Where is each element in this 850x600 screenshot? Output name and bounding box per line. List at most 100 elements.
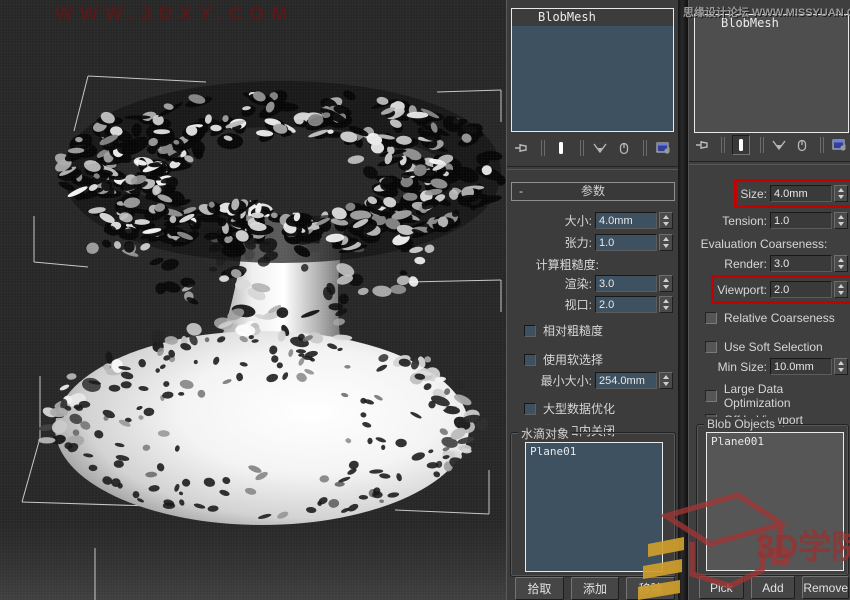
toolbar-separator <box>820 137 821 153</box>
checkbox-label: 使用软选择 <box>543 351 603 368</box>
relative-coarseness-check-en[interactable]: Relative Coarseness <box>689 310 850 325</box>
checkbox[interactable] <box>524 325 536 337</box>
modifier-stack-en[interactable]: BlobMesh <box>694 14 849 133</box>
size-highlight-box: Size: <box>740 185 848 202</box>
min-size-input[interactable] <box>770 358 832 375</box>
coarseness-heading-en: Evaluation Coarseness: <box>689 237 850 251</box>
pin-stack-icon[interactable] <box>695 136 711 154</box>
relative-coarseness-check-cn[interactable]: 相对粗糙度 <box>507 323 679 338</box>
tension-spinner[interactable] <box>659 234 673 251</box>
tension-input[interactable] <box>770 212 832 229</box>
add-button[interactable]: Add <box>751 576 796 599</box>
remove-modifier-icon[interactable] <box>615 139 633 157</box>
size-label: 大小: <box>565 212 592 229</box>
modifier-stack-toolbar-cn <box>513 136 675 160</box>
make-unique-icon[interactable] <box>591 139 609 157</box>
show-end-result-icon[interactable] <box>732 135 750 155</box>
modifier-stack-item-blobmesh[interactable]: BlobMesh <box>695 15 848 32</box>
tension-row-cn: 张力: <box>507 234 679 251</box>
checkbox-label: 相对粗糙度 <box>543 322 603 339</box>
min-size-input[interactable] <box>595 372 657 389</box>
viewport-input[interactable] <box>770 281 832 298</box>
min-size-row-cn: 最小大小: <box>507 372 679 389</box>
3dsmax-window: WWW.3DXY.COM BlobMesh <box>0 0 850 600</box>
min-size-spinner[interactable] <box>834 358 848 375</box>
parameters-en: Size: Tension: Evaluation Coarseness: Re… <box>689 176 850 427</box>
toolbar-separator <box>760 137 761 153</box>
panel-divider <box>507 166 679 170</box>
viewport-row-en: Viewport: <box>689 281 850 298</box>
size-row-en: Size: <box>689 185 850 202</box>
render-spinner[interactable] <box>659 275 673 292</box>
tension-spinner[interactable] <box>834 212 848 229</box>
render-input[interactable] <box>770 255 832 272</box>
size-input[interactable] <box>595 212 657 229</box>
panel-seam <box>678 0 688 600</box>
viewport-input[interactable] <box>595 296 657 313</box>
tension-label: Tension: <box>722 214 767 228</box>
checkbox[interactable] <box>705 312 717 324</box>
render-row-cn: 渲染: <box>507 275 679 292</box>
show-end-result-icon[interactable] <box>552 139 570 157</box>
toolbar-separator <box>541 140 542 156</box>
group-title: 水滴对象 <box>518 425 572 442</box>
checkbox[interactable] <box>524 354 536 366</box>
render-spinner[interactable] <box>834 255 848 272</box>
parameters-cn: 大小: 张力: 计算粗糙度: 渲染: 视口: 相对 <box>507 204 679 438</box>
modifier-stack-item-blobmesh[interactable]: BlobMesh <box>512 9 673 26</box>
make-unique-icon[interactable] <box>771 136 787 154</box>
use-soft-selection-check-en[interactable]: Use Soft Selection <box>689 339 850 354</box>
tension-label: 张力: <box>565 234 592 251</box>
pin-stack-icon[interactable] <box>513 139 531 157</box>
use-soft-selection-check-cn[interactable]: 使用软选择 <box>507 352 679 367</box>
checkbox[interactable] <box>705 341 717 353</box>
add-button[interactable]: 添加 <box>571 577 620 600</box>
min-size-label: 最小大小: <box>541 372 592 389</box>
min-size-row-en: Min Size: <box>689 358 850 375</box>
checkbox[interactable] <box>705 390 717 402</box>
size-input[interactable] <box>770 185 832 202</box>
remove-button[interactable]: Remove <box>802 576 849 599</box>
large-data-check-cn[interactable]: 大型数据优化 <box>507 401 679 416</box>
configure-modifier-sets-icon[interactable] <box>831 136 847 154</box>
blob-objects-list-en[interactable]: Plane001 <box>706 432 844 571</box>
size-spinner[interactable] <box>834 185 848 202</box>
toolbar-separator <box>580 140 581 156</box>
pick-button[interactable]: Pick <box>699 576 744 599</box>
render-input[interactable] <box>595 275 657 292</box>
list-item[interactable]: Plane01 <box>530 445 658 458</box>
blob-buttons-en: Pick Add Remove <box>699 576 849 599</box>
modifier-stack-cn[interactable]: BlobMesh <box>511 8 674 132</box>
rollout-collapse-glyph: - <box>519 183 523 200</box>
toolbar-separator <box>721 137 722 153</box>
viewport-label: Viewport: <box>717 283 767 297</box>
command-panel-cn: BlobMesh - 参数 <box>506 0 679 600</box>
min-size-spinner[interactable] <box>659 372 673 389</box>
list-item[interactable]: Plane001 <box>711 435 839 448</box>
viewport-label: 视口: <box>565 296 592 313</box>
tension-row-en: Tension: <box>689 212 850 229</box>
large-data-check-en[interactable]: Large Data Optimization <box>689 388 850 403</box>
perspective-viewport[interactable]: WWW.3DXY.COM <box>0 0 506 600</box>
blob-buttons-cn: 拾取 添加 移除 <box>515 577 675 600</box>
size-row-cn: 大小: <box>507 212 679 229</box>
blob-objects-group-cn: 水滴对象 Plane01 <box>510 432 676 577</box>
checkbox-label: Use Soft Selection <box>724 340 823 354</box>
tension-input[interactable] <box>595 234 657 251</box>
rollout-title: 参数 <box>581 184 605 198</box>
min-size-label: Min Size: <box>718 360 767 374</box>
remove-modifier-icon[interactable] <box>794 136 810 154</box>
blob-objects-list-cn[interactable]: Plane01 <box>525 442 663 572</box>
viewport-spinner[interactable] <box>834 281 848 298</box>
render-label: 渲染: <box>565 275 592 292</box>
viewport-spinner[interactable] <box>659 296 673 313</box>
command-panel-en: BlobMesh Si <box>688 0 850 600</box>
size-spinner[interactable] <box>659 212 673 229</box>
checkbox[interactable] <box>524 403 536 415</box>
size-label: Size: <box>740 187 767 201</box>
pick-button[interactable]: 拾取 <box>515 577 564 600</box>
viewport-floor <box>0 522 506 600</box>
remove-button[interactable]: 移除 <box>626 577 675 600</box>
configure-modifier-sets-icon[interactable] <box>654 139 672 157</box>
parameters-rollout-header-cn[interactable]: - 参数 <box>511 182 675 201</box>
